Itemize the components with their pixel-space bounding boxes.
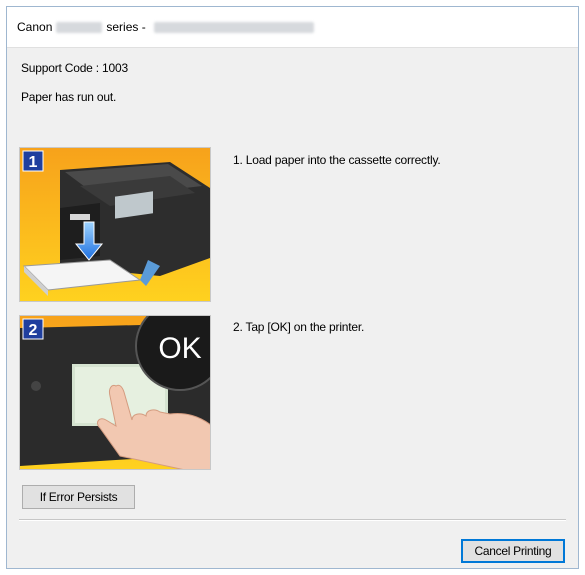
step-2-badge: 2	[29, 322, 38, 339]
step-1-illustration: 1	[19, 147, 211, 302]
printer-status-dialog: Canon series - Support Code : 1003 Paper…	[6, 6, 579, 569]
step-1-badge: 1	[29, 154, 38, 171]
cancel-printing-button[interactable]: Cancel Printing	[461, 539, 565, 563]
tap-ok-illustration: OK 2	[20, 316, 210, 469]
step-2-illustration: OK 2	[19, 315, 211, 470]
printer-cassette-illustration: 1	[20, 148, 210, 301]
error-message: Paper has run out.	[21, 90, 117, 104]
if-error-persists-button[interactable]: If Error Persists	[22, 485, 135, 509]
divider	[19, 519, 566, 521]
step-2-instruction: 2. Tap [OK] on the printer.	[233, 320, 365, 334]
title-series: series -	[106, 20, 146, 34]
redacted-model-name	[56, 21, 103, 33]
ok-bubble-text: OK	[158, 332, 201, 365]
support-code: Support Code : 1003	[21, 61, 128, 75]
step-1-instruction: 1. Load paper into the cassette correctl…	[233, 153, 441, 167]
title-bar: Canon series -	[7, 7, 578, 48]
window-title: Canon series -	[17, 20, 314, 34]
redacted-printer-name	[153, 21, 314, 33]
title-prefix: Canon	[17, 20, 53, 34]
